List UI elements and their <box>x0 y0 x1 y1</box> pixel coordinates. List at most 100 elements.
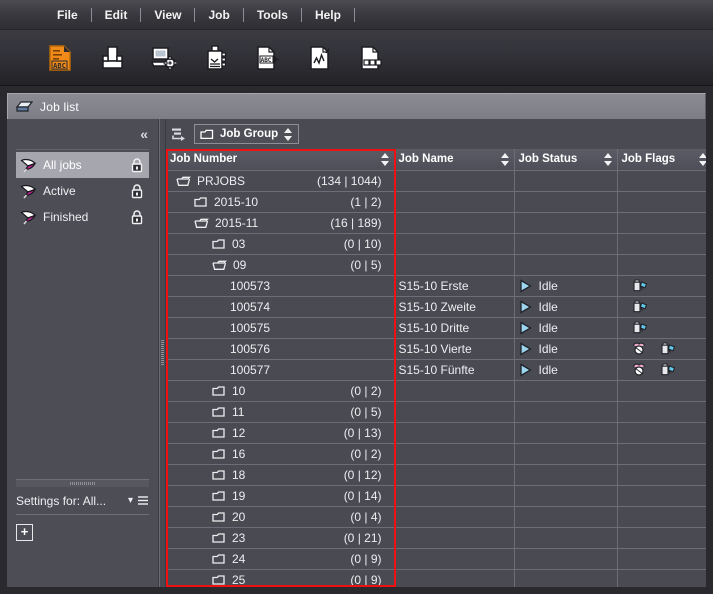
cell-job-number[interactable]: 12(0 | 13) <box>166 422 394 443</box>
table-row[interactable]: 11(0 | 5) <box>166 401 706 422</box>
add-setting-button[interactable]: + <box>16 524 33 541</box>
cell-job-number[interactable]: 09(0 | 5) <box>166 254 394 275</box>
job-abc-import-icon[interactable]: ABC <box>254 43 282 73</box>
cell-job-name[interactable] <box>394 527 514 548</box>
cell-job-number[interactable]: 11(0 | 5) <box>166 401 394 422</box>
column-header-job-name[interactable]: Job Name <box>394 149 514 170</box>
menu-item-help[interactable]: Help <box>302 0 354 30</box>
cell-job-number[interactable]: 24(0 | 9) <box>166 548 394 569</box>
cell-job-flags[interactable] <box>617 296 706 317</box>
menu-item-tools[interactable]: Tools <box>244 0 301 30</box>
menu-item-job[interactable]: Job <box>195 0 242 30</box>
sidebar-horizontal-splitter[interactable] <box>16 479 149 487</box>
cell-job-status[interactable] <box>514 443 617 464</box>
table-row[interactable]: 03(0 | 10) <box>166 233 706 254</box>
cell-job-number[interactable]: 16(0 | 2) <box>166 443 394 464</box>
cell-job-number[interactable]: 2015-11(16 | 189) <box>166 212 394 233</box>
table-row[interactable]: 10(0 | 2) <box>166 380 706 401</box>
cell-job-flags[interactable] <box>617 422 706 443</box>
cell-job-number[interactable]: 19(0 | 14) <box>166 485 394 506</box>
table-row[interactable]: 24(0 | 9) <box>166 548 706 569</box>
cell-job-flags[interactable] <box>617 443 706 464</box>
menu-item-edit[interactable]: Edit <box>92 0 141 30</box>
cell-job-status[interactable] <box>514 506 617 527</box>
group-by-chip[interactable]: Job Group <box>194 124 299 144</box>
table-row[interactable]: 09(0 | 5) <box>166 254 706 275</box>
column-header-job-flags[interactable]: Job Flags <box>617 149 706 170</box>
table-row[interactable]: 100573S15-10 ErsteIdle <box>166 275 706 296</box>
cell-job-name[interactable]: S15-10 Dritte <box>394 317 514 338</box>
cell-job-status[interactable] <box>514 254 617 275</box>
cell-job-name[interactable] <box>394 569 514 587</box>
cell-job-status[interactable] <box>514 380 617 401</box>
job-queue-icon[interactable] <box>358 43 386 73</box>
cell-job-number[interactable]: 20(0 | 4) <box>166 506 394 527</box>
table-row[interactable]: 100574S15-10 ZweiteIdle <box>166 296 706 317</box>
cell-job-status[interactable] <box>514 422 617 443</box>
cell-job-status[interactable]: Idle <box>514 338 617 359</box>
cell-job-name[interactable] <box>394 422 514 443</box>
table-row[interactable]: 19(0 | 14) <box>166 485 706 506</box>
workstation-settings-icon[interactable] <box>150 43 178 73</box>
cell-job-number[interactable]: 25(0 | 9) <box>166 569 394 587</box>
cell-job-flags[interactable] <box>617 548 706 569</box>
cell-job-name[interactable]: S15-10 Erste <box>394 275 514 296</box>
new-job-abc-icon[interactable]: ABC <box>46 43 74 73</box>
sidebar-item-finished[interactable]: Finished <box>16 204 149 230</box>
cell-job-number[interactable]: 100574 <box>166 296 394 317</box>
table-row[interactable]: 20(0 | 4) <box>166 506 706 527</box>
cell-job-status[interactable]: Idle <box>514 359 617 380</box>
cell-job-flags[interactable] <box>617 275 706 296</box>
chevron-down-icon[interactable]: ▾ <box>128 495 133 506</box>
cell-job-name[interactable]: S15-10 Vierte <box>394 338 514 359</box>
cell-job-status[interactable] <box>514 233 617 254</box>
cell-job-number[interactable]: 23(0 | 21) <box>166 527 394 548</box>
cell-job-name[interactable] <box>394 380 514 401</box>
cell-job-status[interactable] <box>514 401 617 422</box>
cell-job-flags[interactable] <box>617 359 706 380</box>
cell-job-status[interactable]: Idle <box>514 275 617 296</box>
cell-job-name[interactable] <box>394 254 514 275</box>
report-chart-icon[interactable] <box>306 43 334 73</box>
cell-job-status[interactable]: Idle <box>514 296 617 317</box>
cell-job-number[interactable]: PRJOBS(134 | 1044) <box>166 170 394 191</box>
sort-updown-icon[interactable] <box>284 128 293 141</box>
table-row[interactable]: 16(0 | 2) <box>166 443 706 464</box>
cell-job-name[interactable] <box>394 170 514 191</box>
cell-job-flags[interactable] <box>617 506 706 527</box>
sort-updown-icon[interactable] <box>501 153 510 166</box>
vertical-splitter[interactable] <box>159 119 166 587</box>
cell-job-status[interactable] <box>514 485 617 506</box>
cell-job-flags[interactable] <box>617 170 706 191</box>
table-row[interactable]: 12(0 | 13) <box>166 422 706 443</box>
table-row[interactable]: 2015-11(16 | 189) <box>166 212 706 233</box>
cell-job-flags[interactable] <box>617 191 706 212</box>
table-row[interactable]: 23(0 | 21) <box>166 527 706 548</box>
cell-job-status[interactable] <box>514 170 617 191</box>
cell-job-name[interactable]: S15-10 Fünfte <box>394 359 514 380</box>
cell-job-number[interactable]: 100577 <box>166 359 394 380</box>
cell-job-number[interactable]: 100575 <box>166 317 394 338</box>
cell-job-status[interactable] <box>514 527 617 548</box>
collapse-panel-icon[interactable]: « <box>140 127 148 141</box>
cell-job-name[interactable] <box>394 443 514 464</box>
cell-job-number[interactable]: 2015-10(1 | 2) <box>166 191 394 212</box>
cell-job-flags[interactable] <box>617 401 706 422</box>
column-header-job-number[interactable]: Job Number <box>166 149 394 170</box>
menu-item-file[interactable]: File <box>44 0 91 30</box>
cell-job-flags[interactable] <box>617 464 706 485</box>
sort-updown-icon[interactable] <box>699 153 707 166</box>
cell-job-status[interactable] <box>514 548 617 569</box>
device-configure-icon[interactable] <box>202 43 230 73</box>
cell-job-number[interactable]: 100576 <box>166 338 394 359</box>
cell-job-number[interactable]: 03(0 | 10) <box>166 233 394 254</box>
cell-job-status[interactable] <box>514 464 617 485</box>
sort-updown-icon[interactable] <box>604 153 613 166</box>
cell-job-status[interactable] <box>514 569 617 587</box>
cell-job-name[interactable] <box>394 485 514 506</box>
tree-structure-icon[interactable] <box>171 127 186 141</box>
cell-job-flags[interactable] <box>617 338 706 359</box>
hamburger-menu-icon[interactable] <box>137 495 149 506</box>
sidebar-item-active[interactable]: Active <box>16 178 149 204</box>
cell-job-number[interactable]: 10(0 | 2) <box>166 380 394 401</box>
